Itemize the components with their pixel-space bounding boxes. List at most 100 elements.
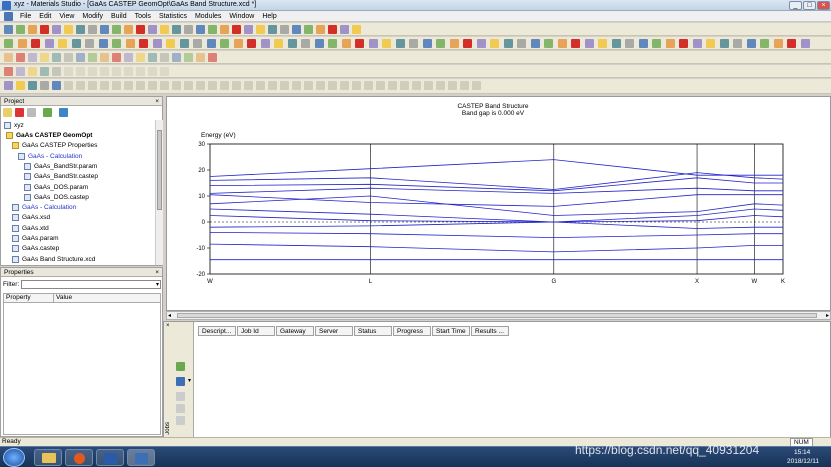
toolbar-button-icon[interactable] [148,81,157,90]
toolbar-button-icon[interactable] [652,39,661,48]
toolbar-button-icon[interactable] [58,39,67,48]
chart-horizontal-scrollbar[interactable]: ◂ ▸ [166,311,831,320]
toolbar-button-icon[interactable] [280,25,289,34]
toolbar-button-icon[interactable] [100,25,109,34]
toolbar-button-icon[interactable] [244,25,253,34]
toolbar-button-icon[interactable] [112,39,121,48]
toolbar-button-icon[interactable] [196,53,205,62]
toolbar-button-icon[interactable] [304,81,313,90]
menu-window[interactable]: Window [225,13,258,20]
toolbar-button-icon[interactable] [256,81,265,90]
toolbar-button-icon[interactable] [287,39,297,48]
toolbar-button-icon[interactable] [88,53,97,62]
toolbar-button-icon[interactable] [160,53,169,62]
toolbar-button-icon[interactable] [172,25,181,34]
toolbar-button-icon[interactable] [247,39,256,48]
toolbar-button-icon[interactable] [274,39,283,48]
tree-item[interactable]: GaAs_BandStr.param [24,162,97,170]
toolbar-button-icon[interactable] [490,39,499,48]
toolbar-button-icon[interactable] [544,39,553,48]
toolbar-button-icon[interactable] [422,39,432,48]
menu-help[interactable]: Help [258,13,280,20]
tree-item[interactable]: GaAs_DOS.param [24,183,88,191]
copy-icon[interactable] [27,108,36,117]
taskbar-word[interactable] [96,449,124,466]
toolbar-button-icon[interactable] [124,67,133,76]
toolbar-button-icon[interactable] [530,39,540,48]
jobs-column-header[interactable]: Results ... [471,326,509,336]
toolbar-button-icon[interactable] [16,53,25,62]
toolbar-button-icon[interactable] [172,81,181,90]
toolbar-button-icon[interactable] [184,81,193,90]
toolbar-button-icon[interactable] [28,81,37,90]
toolbar-button-icon[interactable] [136,67,145,76]
tree-item[interactable]: GaAs.xsd [12,214,50,222]
toolbar-button-icon[interactable] [64,53,73,62]
project-scrollbar[interactable] [155,120,163,265]
scroll-thumb[interactable] [177,313,817,318]
toolbar-button-icon[interactable] [206,39,216,48]
toolbar-button-icon[interactable] [409,39,418,48]
toolbar-button-icon[interactable] [472,81,481,90]
toolbar-button-icon[interactable] [148,53,157,62]
toolbar-button-icon[interactable] [244,81,253,90]
toolbar-button-icon[interactable] [16,67,25,76]
import-icon[interactable] [43,108,52,117]
toolbar-button-icon[interactable] [139,39,148,48]
tree-item[interactable]: GaAs_DOS.castep [24,193,89,201]
toolbar-button-icon[interactable] [184,53,193,62]
toolbar-button-icon[interactable] [280,81,289,90]
toolbar-button-icon[interactable] [665,39,675,48]
toolbar-button-icon[interactable] [220,39,229,48]
toolbar-button-icon[interactable] [328,25,337,34]
toolbar-button-icon[interactable] [503,39,513,48]
toolbar-button-icon[interactable] [233,39,243,48]
jobs-column-header[interactable]: Start Time [432,326,470,336]
toolbar-button-icon[interactable] [71,39,81,48]
toolbar-button-icon[interactable] [40,53,49,62]
toolbar-button-icon[interactable] [17,39,27,48]
toolbar-button-icon[interactable] [424,81,433,90]
toolbar-button-icon[interactable] [124,81,133,90]
toolbar-button-icon[interactable] [208,81,217,90]
view-options-icon[interactable] [176,377,185,386]
toolbar-button-icon[interactable] [148,67,157,76]
toolbar-button-icon[interactable] [152,39,162,48]
scroll-right-arrow[interactable]: ▸ [826,312,829,319]
toolbar-button-icon[interactable] [4,67,13,76]
toolbar-button-icon[interactable] [316,81,325,90]
toolbar-button-icon[interactable] [4,53,13,62]
toolbar-button-icon[interactable] [31,39,40,48]
toolbar-button-icon[interactable] [800,39,810,48]
toolbar-button-icon[interactable] [395,39,405,48]
toolbar-button-icon[interactable] [160,67,169,76]
toolbar-button-icon[interactable] [28,67,37,76]
toolbar-button-icon[interactable] [773,39,783,48]
jobs-column-header[interactable]: Status [354,326,392,336]
toolbar-button-icon[interactable] [112,67,121,76]
jobs-column-header[interactable]: Descript... [198,326,236,336]
tree-item[interactable]: GaAs CASTEP Properties [12,142,97,150]
band-structure-chart[interactable]: CASTEP Band Structure Band gap is 0.000 … [167,97,830,310]
toolbar-button-icon[interactable] [136,53,145,62]
toolbar-button-icon[interactable] [160,25,169,34]
refresh-icon[interactable] [59,108,68,117]
tree-item[interactable]: GaAs_BandStr.castep [24,173,98,181]
toolbar-button-icon[interactable] [52,67,61,76]
toolbar-button-icon[interactable] [52,25,61,34]
toolbar-button-icon[interactable] [301,39,310,48]
chevron-down-icon[interactable]: ▾ [156,281,159,288]
toolbar-button-icon[interactable] [88,67,97,76]
toolbar-button-icon[interactable] [376,81,385,90]
toolbar-button-icon[interactable] [340,81,349,90]
toolbar-button-icon[interactable] [760,39,769,48]
toolbar-button-icon[interactable] [557,39,567,48]
jobs-column-header[interactable]: Job Id [237,326,275,336]
toolbar-button-icon[interactable] [88,25,97,34]
taskbar-materials-studio[interactable] [127,449,155,466]
toolbar-button-icon[interactable] [328,81,337,90]
toolbar-button-icon[interactable] [400,81,409,90]
toolbar-button-icon[interactable] [368,39,378,48]
menu-view[interactable]: View [55,13,78,20]
toolbar-button-icon[interactable] [64,67,73,76]
